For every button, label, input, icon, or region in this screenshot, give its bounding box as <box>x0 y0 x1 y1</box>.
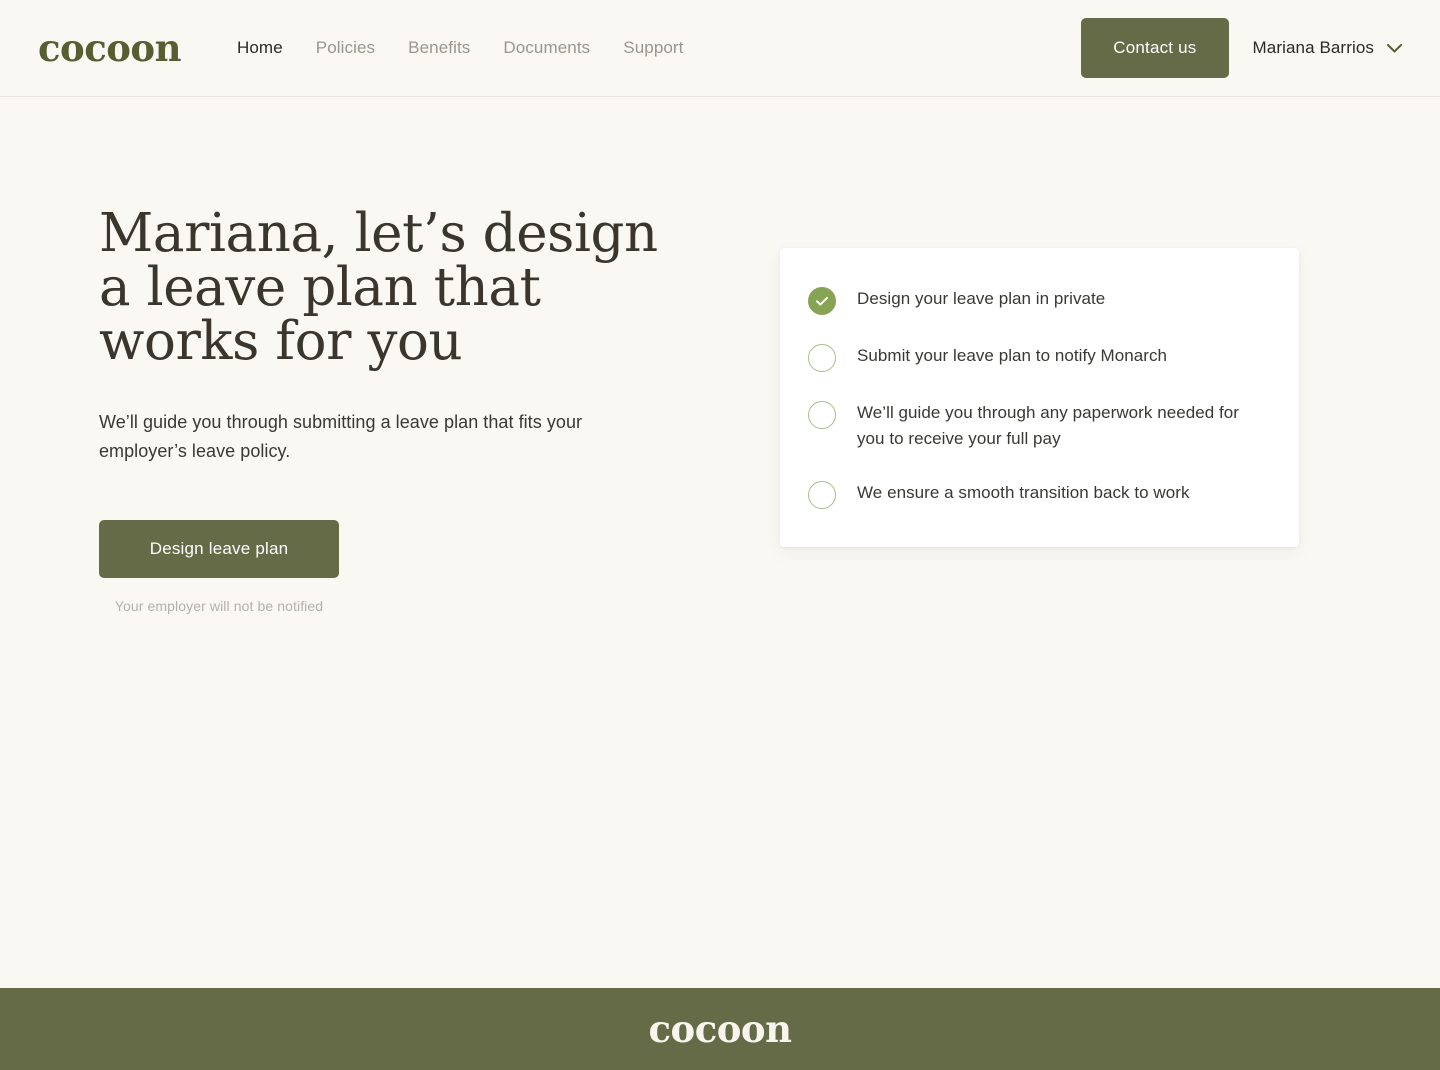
cta-helper-text: Your employer will not be notified <box>114 598 324 614</box>
nav-item-home[interactable]: Home <box>237 38 283 58</box>
hero-section: Mariana, let’s design a leave plan that … <box>99 207 679 614</box>
page-title: Mariana, let’s design a leave plan that … <box>99 203 658 372</box>
footer-logo-cocoon: cocoon <box>648 1006 793 1051</box>
checklist-item-label: Submit your leave plan to notify Monarch <box>857 346 1168 365</box>
checklist-item-label: We’ll guide you through any paperwork ne… <box>857 403 1239 448</box>
nav-item-support[interactable]: Support <box>623 38 683 58</box>
empty-circle-icon <box>808 344 836 372</box>
hero-subtitle: We’ll guide you through submitting a lea… <box>99 412 583 461</box>
site-header: cocoon Home Policies Benefits Documents … <box>0 0 1440 97</box>
checklist-item-label: We ensure a smooth transition back to wo… <box>857 483 1190 502</box>
checklist-item: Submit your leave plan to notify Monarch <box>808 335 1271 380</box>
user-menu[interactable]: Mariana Barrios <box>1252 38 1402 58</box>
check-icon <box>808 287 836 315</box>
user-name-label: Mariana Barrios <box>1252 38 1374 57</box>
main-content: Mariana, let’s design a leave plan that … <box>0 97 1440 988</box>
empty-circle-icon <box>808 401 836 429</box>
main-navigation: Home Policies Benefits Documents Support <box>237 38 684 58</box>
checklist-item: We’ll guide you through any paperwork ne… <box>808 392 1271 460</box>
checklist-item: We ensure a smooth transition back to wo… <box>808 472 1271 517</box>
chevron-down-icon <box>1387 43 1402 53</box>
empty-circle-icon <box>808 481 836 509</box>
checklist-item-label: Design your leave plan in private <box>857 289 1106 308</box>
design-leave-plan-button[interactable]: Design leave plan <box>99 520 339 578</box>
site-footer: cocoon <box>0 988 1440 1070</box>
leave-plan-checklist-card: Design your leave plan in private Submit… <box>780 248 1299 547</box>
header-actions: Contact us Mariana Barrios <box>1081 18 1402 78</box>
nav-item-documents[interactable]: Documents <box>503 38 590 58</box>
logo-cocoon[interactable]: cocoon <box>38 29 182 67</box>
contact-us-button[interactable]: Contact us <box>1081 18 1229 78</box>
checklist-item: Design your leave plan in private <box>808 278 1271 323</box>
nav-item-benefits[interactable]: Benefits <box>408 38 470 58</box>
nav-item-policies[interactable]: Policies <box>316 38 375 58</box>
